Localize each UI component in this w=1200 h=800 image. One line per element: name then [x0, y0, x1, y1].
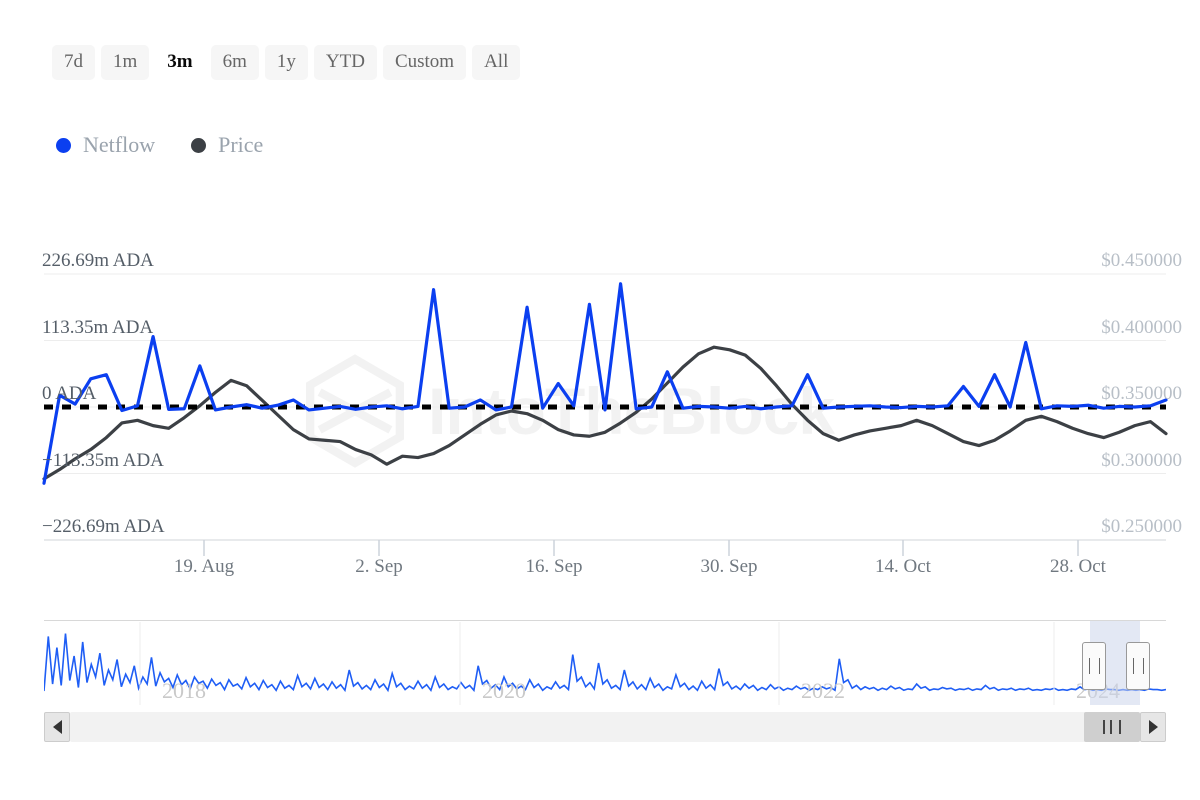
navigator-line — [44, 633, 1166, 693]
watermark-text: IntoTheBlock — [428, 374, 835, 448]
netflow-series-line — [42, 282, 1168, 485]
y-axis-left-label-2: 0 ADA — [42, 383, 97, 404]
y-axis-right-label-0: $0.450000 — [1101, 250, 1182, 271]
y-axis-left-label-1: 113.35m ADA — [42, 316, 154, 338]
range-selector: 7d 1m 3m 6m 1y YTD Custom All — [52, 45, 521, 80]
circle-marker-icon — [191, 137, 207, 153]
x-axis-label-2: 16. Sep — [525, 556, 583, 577]
legend-item-netflow[interactable]: Netflow — [56, 134, 155, 156]
scrollbar-right-button[interactable] — [1140, 712, 1166, 742]
scrollbar-track[interactable] — [70, 712, 1140, 742]
x-axis-label-3: 30. Sep — [700, 556, 758, 577]
range-button-1y[interactable]: 1y — [264, 45, 308, 80]
grip-icon — [1103, 720, 1121, 734]
arrow-left-icon — [52, 720, 62, 734]
range-button-7d[interactable]: 7d — [52, 45, 95, 80]
x-axis-label-5: 28. Oct — [1050, 556, 1106, 577]
navigator-handle-right[interactable] — [1126, 642, 1150, 690]
y-axis-left-label-0: 226.69m ADA — [42, 250, 154, 271]
watermark: IntoTheBlock — [296, 346, 916, 476]
legend-label: Netflow — [83, 132, 156, 157]
navigator-year-label-1: 2020 — [482, 678, 526, 703]
drag-handle-icon — [1088, 658, 1100, 674]
range-button-6m[interactable]: 6m — [210, 45, 259, 80]
range-button-3m[interactable]: 3m — [155, 45, 205, 80]
price-series-line — [42, 345, 1168, 481]
netflow-price-chart-card: 7d 1m 3m 6m 1y YTD Custom All Netflow Price Into… — [0, 0, 1200, 800]
x-axis-label-1: 2. Sep — [355, 556, 403, 577]
range-button-ytd[interactable]: YTD — [313, 45, 377, 80]
hexagon-logo-icon — [306, 354, 404, 468]
scrollbar-left-button[interactable] — [44, 712, 70, 742]
x-axis-label-4: 14. Oct — [875, 556, 931, 577]
legend-item-price[interactable]: Price — [191, 134, 263, 156]
x-axis-label-0: 19. Aug — [173, 556, 235, 577]
range-button-1m[interactable]: 1m — [101, 45, 150, 80]
arrow-right-icon — [1148, 720, 1158, 734]
legend-label: Price — [218, 132, 264, 157]
y-axis-right-label-1: $0.400000 — [1101, 316, 1182, 338]
chart-scrollbar[interactable] — [44, 712, 1166, 742]
y-axis-right-label-3: $0.300000 — [1101, 449, 1182, 471]
y-axis-left-label-3: −113.35m ADA — [42, 449, 164, 471]
y-axis-left-label-4: −226.69m ADA — [42, 516, 165, 537]
chart-legend: Netflow Price — [56, 134, 263, 156]
y-axis-right-label-2: $0.350000 — [1101, 383, 1182, 404]
circle-marker-icon — [56, 137, 71, 153]
chart-navigator[interactable]: 2018202020222024 — [44, 620, 1166, 705]
navigator-handle-left[interactable] — [1082, 642, 1106, 690]
drag-handle-icon — [1132, 658, 1144, 674]
y-axis-right-label-4: $0.250000 — [1101, 516, 1182, 537]
range-button-all[interactable]: All — [472, 45, 521, 80]
navigator-year-label-0: 2018 — [162, 678, 206, 703]
scrollbar-thumb[interactable] — [1084, 712, 1140, 742]
navigator-series-svg — [44, 622, 1166, 705]
navigator-year-label-2: 2022 — [801, 678, 845, 703]
chart-svg — [42, 273, 1168, 556]
range-button-custom[interactable]: Custom — [382, 45, 467, 80]
